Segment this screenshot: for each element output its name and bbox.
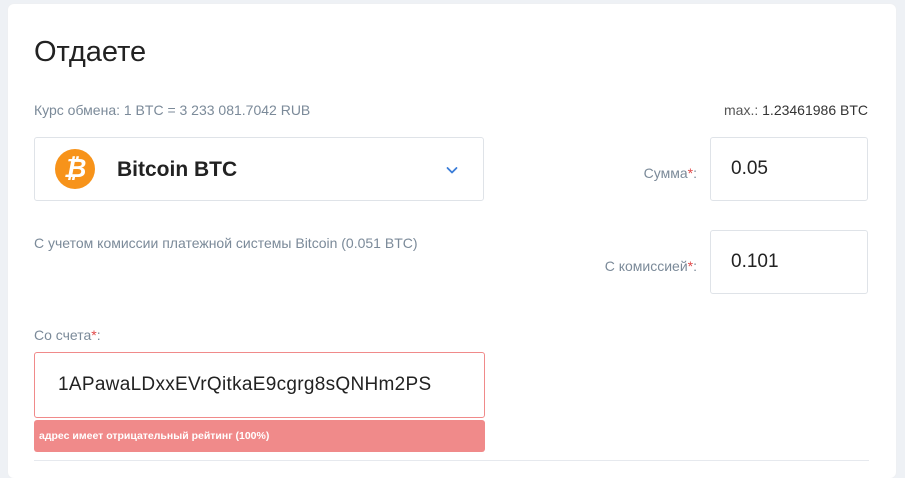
label-colon: : [693,165,697,181]
amount-input[interactable]: 0.05 [710,137,868,201]
chevron-down-icon [446,167,458,174]
commission-label-text: С комиссией [604,258,688,274]
currency-name: Bitcoin BTC [117,158,238,181]
label-colon: : [96,327,101,343]
currency-select[interactable]: ₿ Bitcoin BTC [34,137,484,201]
divider [34,460,869,461]
commission-label: С комиссией*: [568,258,697,274]
account-label-text: Со счета [34,327,92,343]
max-amount-label: max.: [724,102,759,118]
account-error-message: адрес имеет отрицательный рейтинг (100%) [34,420,485,452]
exchange-rate-text: Курс обмена: 1 BTC = 3 233 081.7042 RUB [34,102,311,118]
max-amount: max.: 1.23461986 BTC [724,102,868,118]
account-label: Со счета*: [34,327,101,343]
commission-note: С учетом комиссии платежной системы Bitc… [34,235,418,251]
bitcoin-icon: ₿ [55,149,95,189]
account-input[interactable]: 1APawaLDxxEVrQitkaE9cgrg8sQNHm2PS [34,352,485,418]
section-title: Отдаете [34,36,147,68]
label-colon: : [693,258,697,274]
give-section-card: Отдаете Курс обмена: 1 BTC = 3 233 081.7… [8,4,896,478]
max-amount-value[interactable]: 1.23461986 BTC [762,102,868,118]
commission-input[interactable]: 0.101 [710,230,868,294]
amount-label-text: Сумма [643,165,688,181]
amount-label: Сумма*: [598,165,697,181]
